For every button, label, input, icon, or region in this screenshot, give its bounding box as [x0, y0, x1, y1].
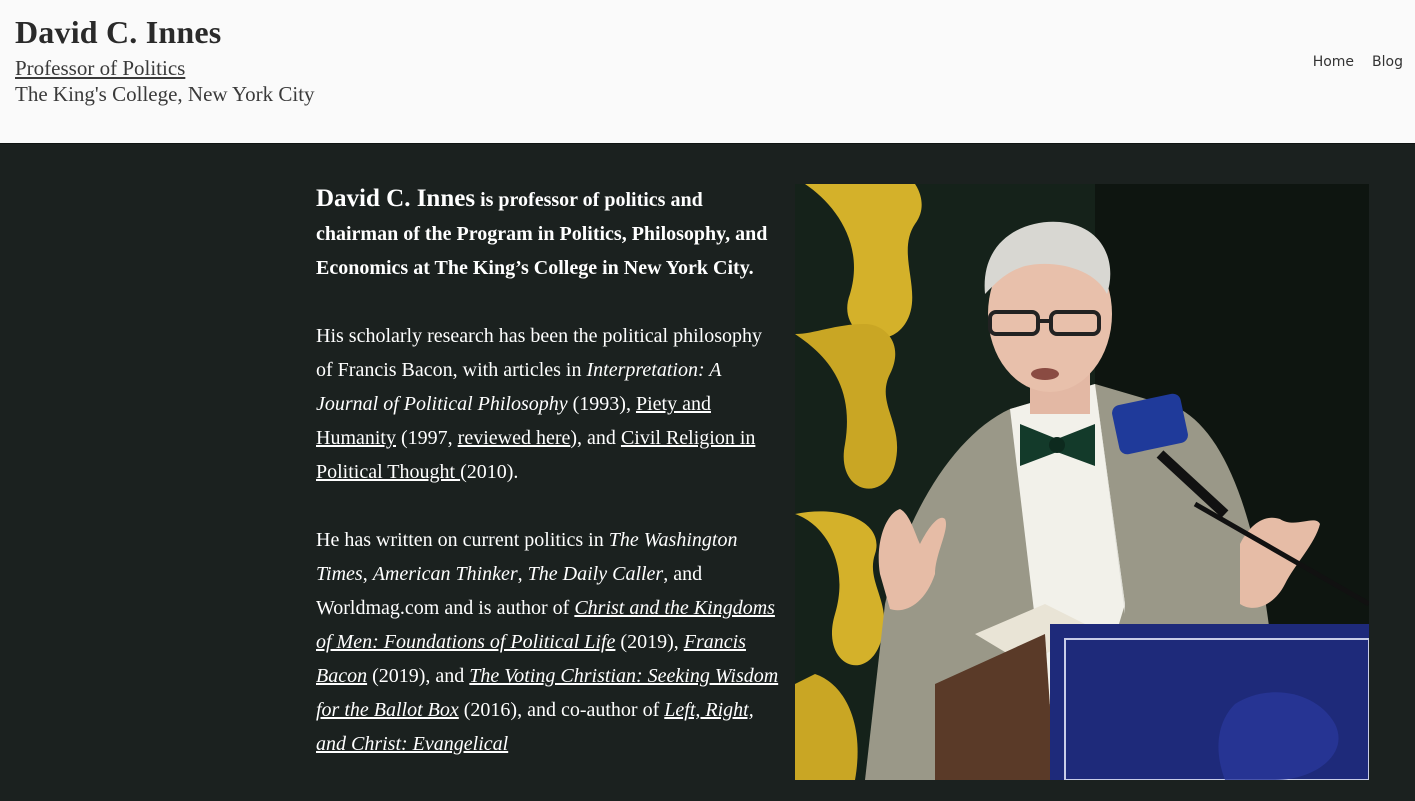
speaker-photo: [795, 184, 1369, 780]
research-text: (1997,: [396, 427, 458, 449]
bio-research-paragraph: His scholarly research has been the poli…: [316, 319, 781, 489]
research-text: (2010).: [460, 461, 519, 483]
writing-text: ,: [362, 563, 373, 585]
main-nav: Home Blog: [1313, 54, 1403, 70]
professor-of-politics-link[interactable]: Professor of Politics: [15, 56, 185, 81]
writing-text: (2019),: [615, 631, 684, 653]
site-title[interactable]: David C. Innes: [15, 14, 221, 51]
publication-name: American Thinker: [372, 563, 518, 585]
research-text: (1993),: [567, 393, 636, 415]
bio-writing-paragraph: He has written on current politics in Th…: [316, 523, 781, 761]
site-subtitle-location: The King's College, New York City: [15, 82, 315, 106]
publication-name: The Daily Caller: [527, 563, 664, 585]
bio-name: David C. Innes: [316, 185, 476, 212]
reviewed-here-link[interactable]: reviewed here: [458, 427, 571, 449]
nav-home-link[interactable]: Home: [1313, 54, 1354, 70]
bio-intro: David C. Innes is professor of politics …: [316, 182, 781, 285]
writing-text: He has written on current politics in: [316, 529, 609, 551]
site-header: David C. Innes Professor of Politics The…: [0, 0, 1415, 144]
nav-blog-link[interactable]: Blog: [1372, 54, 1403, 70]
bio-section: David C. Innes is professor of politics …: [316, 182, 781, 795]
writing-text: (2016), and co-author of: [458, 699, 665, 721]
research-text: ), and: [570, 427, 621, 449]
writing-text: ,: [517, 563, 528, 585]
writing-text: (2019), and: [367, 665, 470, 687]
